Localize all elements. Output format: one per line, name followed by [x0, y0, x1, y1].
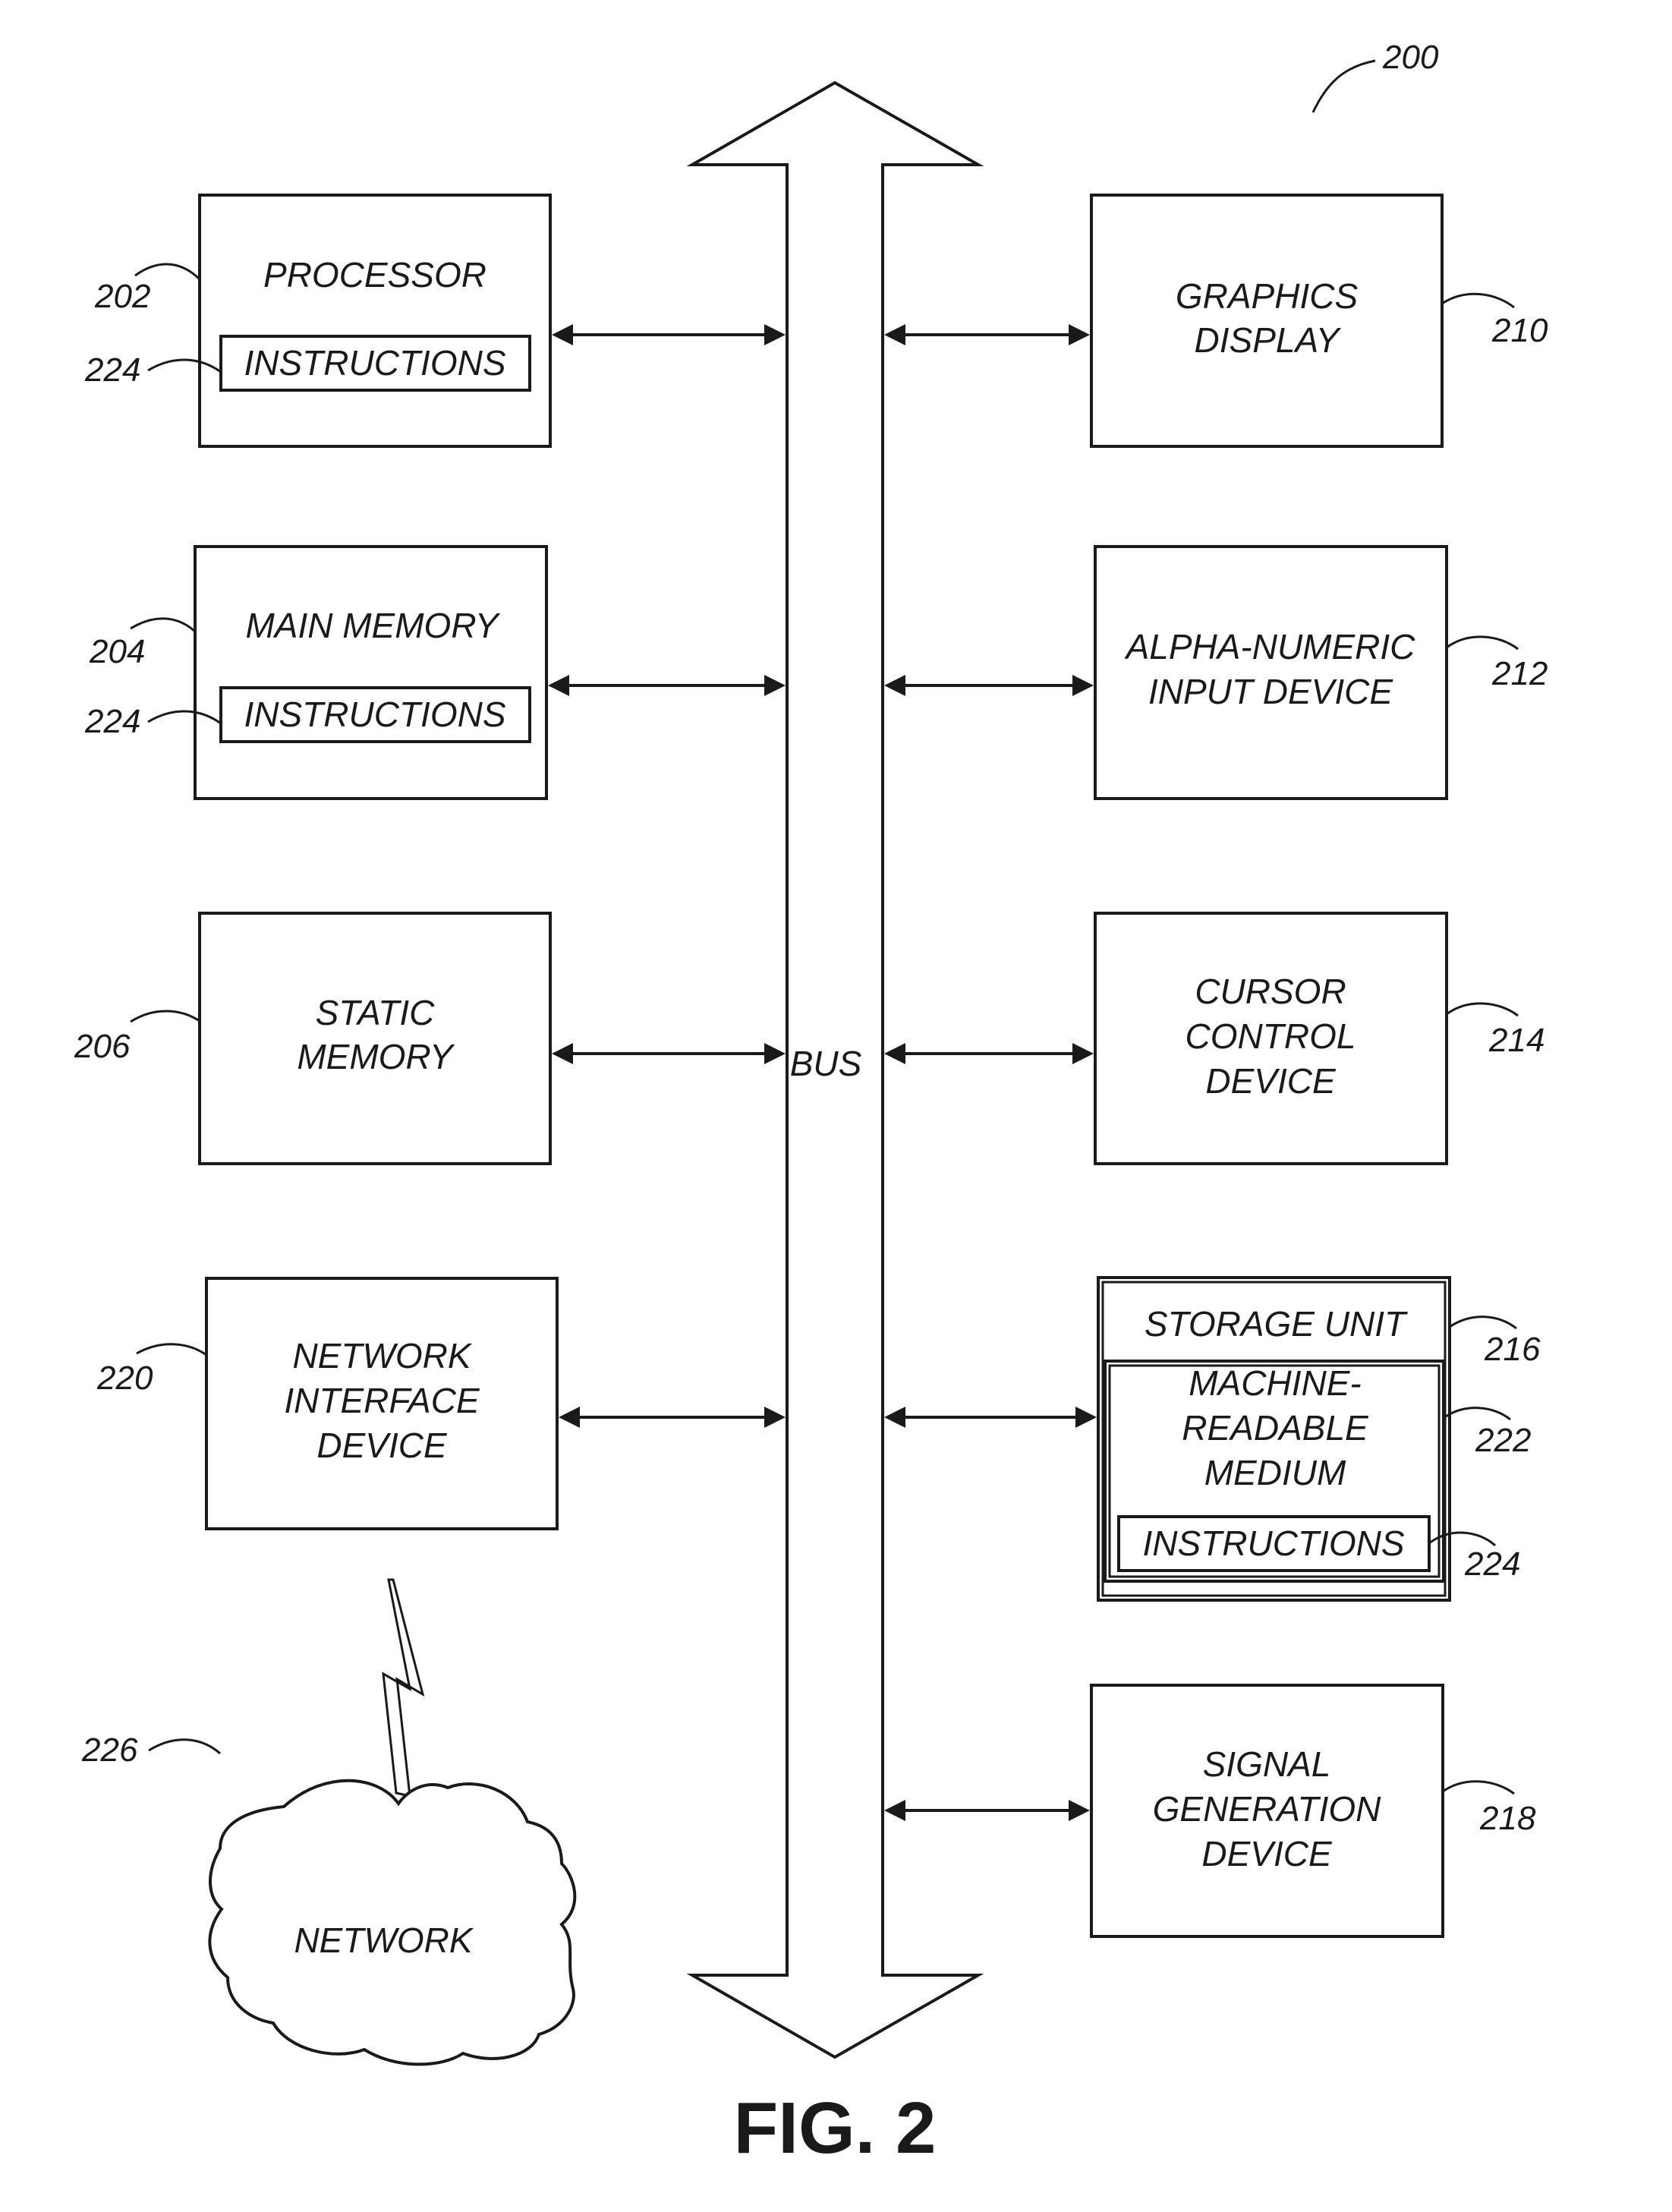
main-memory-label: MAIN MEMORY [245, 606, 500, 645]
main-memory-instructions-label: INSTRUCTIONS [244, 695, 506, 734]
signal-generation-label-line-2: GENERATION [1153, 1789, 1382, 1829]
medium-label-line-3: MEDIUM [1204, 1453, 1346, 1492]
storage-unit-ref-leader [1449, 1316, 1517, 1330]
medium-label-line-1: MACHINE- [1189, 1363, 1361, 1403]
graphics-display-label-line-1: GRAPHICS [1176, 276, 1359, 316]
alpha-numeric-bus-connector [884, 675, 1094, 696]
main-memory-bus-connector [548, 675, 786, 696]
cursor-control-ref: 214 [1488, 1022, 1544, 1059]
storage-unit-label: STORAGE UNIT [1145, 1304, 1408, 1344]
alpha-numeric-block: ALPHA-NUMERIC INPUT DEVICE 212 [1094, 545, 1548, 800]
static-memory-label-line-1: STATIC [316, 993, 436, 1032]
network-interface-label-line-3: DEVICE [316, 1426, 448, 1465]
signal-generation-ref-leader [1442, 1780, 1515, 1795]
processor-label: PROCESSOR [263, 255, 486, 295]
static-memory-bus-connector [552, 1043, 786, 1064]
graphics-display-label-line-2: DISPLAY [1195, 320, 1342, 360]
static-memory-ref-leader [130, 1010, 200, 1023]
processor-instructions-ref: 224 [84, 351, 140, 389]
graphics-display-ref: 210 [1491, 312, 1548, 349]
arrowhead-left [884, 1800, 905, 1821]
alpha-numeric-ref: 212 [1491, 655, 1548, 692]
figure-ref-leader [1311, 59, 1376, 113]
bus: BUS [686, 80, 984, 2059]
cursor-control-label-line-2: CONTROL [1186, 1016, 1356, 1056]
static-memory-block: STATIC MEMORY 206 [74, 912, 552, 1165]
arrowhead-left [884, 1407, 905, 1428]
network-interface-ref-leader [136, 1343, 207, 1357]
storage-unit-block: STORAGE UNIT MACHINE- READABLE MEDIUM IN… [1097, 1276, 1541, 1602]
processor-block: PROCESSOR INSTRUCTIONS 202 224 [84, 194, 552, 448]
processor-instructions-label: INSTRUCTIONS [244, 343, 506, 383]
arrowhead-left [884, 675, 905, 696]
signal-generation-label-line-3: DEVICE [1201, 1834, 1333, 1873]
signal-generation-label-line-1: SIGNAL [1203, 1744, 1331, 1784]
wireless-link-icon [382, 1578, 425, 1798]
network-label: NETWORK [294, 1921, 474, 1960]
arrowhead-right [764, 324, 786, 345]
network-interface-bus-connector [559, 1407, 786, 1428]
alpha-numeric-ref-leader [1446, 635, 1519, 651]
main-memory-instructions-ref: 224 [84, 703, 140, 740]
main-memory-ref: 204 [89, 633, 145, 670]
network-interface-ref: 220 [96, 1360, 153, 1397]
static-memory-label-line-2: MEMORY [297, 1037, 455, 1076]
figure-ref: 200 [1382, 39, 1439, 76]
cursor-control-block: CURSOR CONTROL DEVICE 214 [1094, 912, 1544, 1165]
signal-generation-ref: 218 [1479, 1800, 1536, 1837]
processor-box [198, 194, 552, 448]
network-interface-label-line-2: INTERFACE [284, 1381, 480, 1420]
system-block-diagram: 200 BUS PROCESSOR INSTRUCTIONS 202 224 M… [74, 39, 1548, 2169]
cursor-control-label-line-3: DEVICE [1205, 1061, 1337, 1101]
arrowhead-left [559, 1407, 580, 1428]
cursor-control-label-line-1: CURSOR [1195, 972, 1346, 1011]
bus-label: BUS [790, 1044, 862, 1083]
network-block: NETWORK 226 [81, 1731, 577, 2066]
alpha-numeric-label-line-2: INPUT DEVICE [1148, 672, 1393, 711]
arrowhead-left [552, 1043, 573, 1064]
main-memory-ref-leader [130, 617, 197, 633]
arrowhead-right [764, 675, 786, 696]
cursor-control-bus-connector [884, 1043, 1094, 1064]
alpha-numeric-label-line-1: ALPHA-NUMERIC [1124, 627, 1416, 666]
processor-ref-leader [134, 263, 201, 281]
arrowhead-right [1072, 675, 1094, 696]
storage-instructions-ref: 224 [1464, 1546, 1520, 1583]
arrowhead-left [548, 675, 569, 696]
arrowhead-right [1069, 324, 1090, 345]
medium-ref: 222 [1475, 1422, 1531, 1459]
storage-unit-ref: 216 [1484, 1331, 1541, 1368]
arrowhead-left [884, 324, 905, 345]
static-memory-ref: 206 [74, 1028, 131, 1065]
graphics-display-block: GRAPHICS DISPLAY 210 [1090, 194, 1548, 448]
medium-label-line-2: READABLE [1182, 1408, 1369, 1448]
storage-instructions-label: INSTRUCTIONS [1143, 1524, 1405, 1563]
processor-ref: 202 [94, 278, 150, 315]
medium-ref-leader [1443, 1407, 1511, 1421]
arrowhead-right [1069, 1800, 1090, 1821]
network-interface-label-line-1: NETWORK [292, 1336, 472, 1375]
network-ref: 226 [81, 1731, 138, 1769]
arrowhead-left [552, 324, 573, 345]
arrowhead-right [764, 1407, 786, 1428]
figure-label: FIG. 2 [734, 2088, 937, 2169]
arrowhead-left [884, 1043, 905, 1064]
arrowhead-right [1072, 1043, 1094, 1064]
graphics-display-bus-connector [884, 324, 1090, 345]
signal-generation-bus-connector [884, 1800, 1090, 1821]
cursor-control-ref-leader [1446, 1002, 1519, 1017]
storage-unit-bus-connector [884, 1407, 1097, 1428]
network-ref-leader [148, 1738, 221, 1755]
main-memory-block: MAIN MEMORY INSTRUCTIONS 204 224 [84, 545, 548, 800]
processor-bus-connector [552, 324, 786, 345]
network-interface-block: NETWORK INTERFACE DEVICE 220 [96, 1277, 559, 1530]
signal-generation-block: SIGNAL GENERATION DEVICE 218 [1090, 1684, 1536, 1938]
main-memory-box [194, 545, 548, 800]
arrowhead-right [764, 1043, 786, 1064]
graphics-display-ref-leader [1441, 292, 1515, 309]
arrowhead-right [1075, 1407, 1097, 1428]
